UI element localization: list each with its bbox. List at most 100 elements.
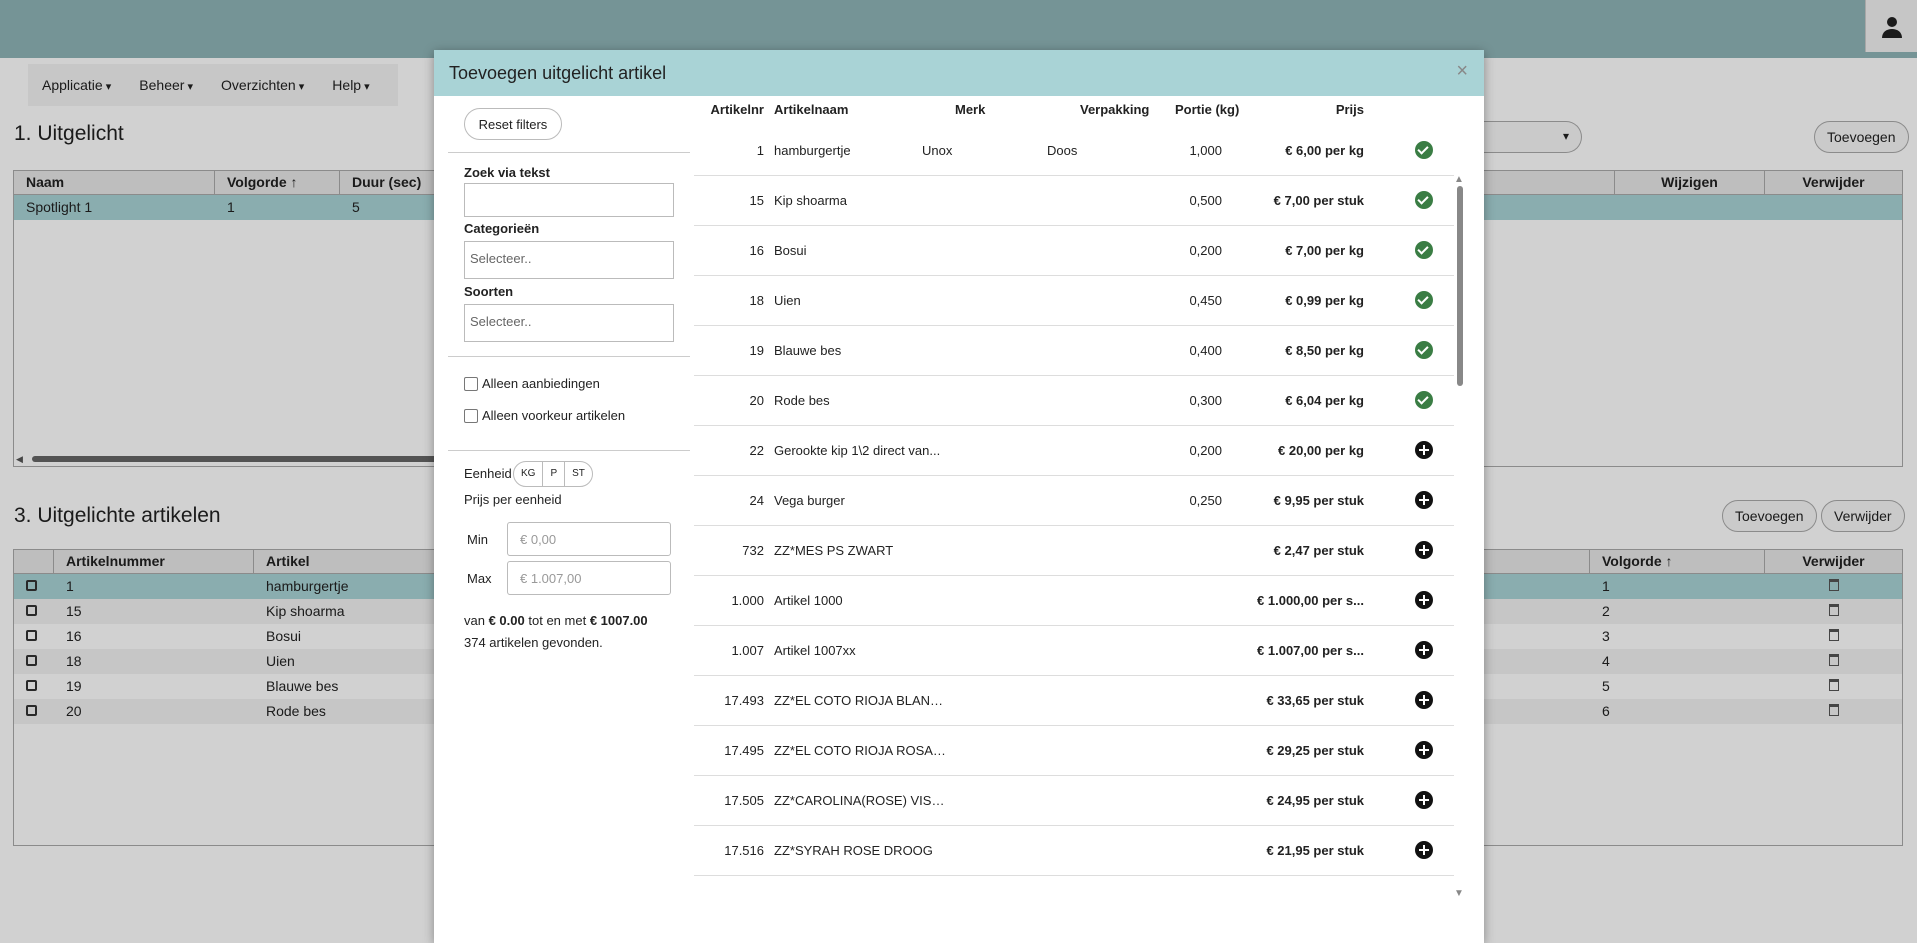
col-portie[interactable]: Portie (kg) [1175,102,1239,117]
checkbox-box[interactable] [464,408,478,423]
list-item[interactable]: 17.505 ZZ*CAROLINA(ROSE) VISTA... € 24,95 … [694,776,1454,826]
article-price: € 9,95 per stuk [1273,493,1364,508]
article-name: Gerookte kip 1\2 direct van... [774,443,941,458]
list-item[interactable]: 17.493 ZZ*EL COTO RIOJA BLANCO € 33,65 per… [694,676,1454,726]
article-nr: 1.000 [731,593,764,608]
scroll-down-icon[interactable]: ▼ [1454,888,1464,899]
modal-header: Toevoegen uitgelicht artikel × [434,50,1484,96]
article-nr: 732 [742,543,764,558]
sorts-select[interactable]: Selecteer.. [464,304,674,342]
col-merk[interactable]: Merk [955,102,985,117]
article-portion: 0,200 [1189,443,1222,458]
article-price: € 21,95 per stuk [1266,843,1364,858]
article-price: € 7,00 per kg [1285,243,1364,258]
article-price: € 7,00 per stuk [1273,193,1364,208]
check-circle-icon [1415,241,1433,259]
col-artikelnr[interactable]: Artikelnr [694,102,764,117]
article-price: € 24,95 per stuk [1266,793,1364,808]
list-item[interactable]: 19 Blauwe bes 0,400 € 8,50 per kg [694,326,1454,376]
checkbox-box[interactable] [464,376,478,391]
list-item[interactable]: 20 Rode bes 0,300 € 6,04 per kg [694,376,1454,426]
list-item[interactable]: 16 Bosui 0,200 € 7,00 per kg [694,226,1454,276]
only-offers-checkbox[interactable]: Alleen aanbiedingen [464,376,600,391]
unit-label: Eenheid [464,466,512,481]
article-price: € 33,65 per stuk [1266,693,1364,708]
sorts-label: Soorten [464,284,514,299]
article-price: € 6,00 per kg [1285,143,1364,158]
article-nr: 17.505 [724,793,764,808]
article-nr: 15 [749,193,764,208]
add-circle-icon[interactable] [1415,591,1433,609]
article-name: Artikel 1007xx [774,643,856,658]
reset-filters-button[interactable]: Reset filters [464,108,562,140]
add-circle-icon[interactable] [1415,441,1433,459]
max-label: Max [467,571,492,586]
add-circle-icon[interactable] [1415,791,1433,809]
article-portion: 0,300 [1189,393,1222,408]
max-price-input[interactable]: € 1.007,00 [507,561,671,595]
article-price: € 20,00 per kg [1278,443,1364,458]
unit-p-button[interactable]: P [543,462,566,486]
article-nr: 19 [749,343,764,358]
add-circle-icon[interactable] [1415,741,1433,759]
list-item[interactable]: 15 Kip shoarma 0,500 € 7,00 per stuk [694,176,1454,226]
article-nr: 1 [756,143,764,158]
list-item[interactable]: 17.516 ZZ*SYRAH ROSE DROOG € 21,95 per stu… [694,826,1454,876]
range-max: € 1007.00 [589,613,648,628]
search-label: Zoek via tekst [464,165,550,180]
article-name: Vega burger [774,493,845,508]
only-preferred-checkbox[interactable]: Alleen voorkeur artikelen [464,408,625,423]
found-count: 374 artikelen gevonden. [464,635,603,650]
article-nr: 18 [749,293,764,308]
search-input[interactable] [464,183,674,217]
article-name: ZZ*EL COTO RIOJA BLANCO [774,693,949,708]
article-price: € 6,04 per kg [1285,393,1364,408]
article-nr: 1.007 [731,643,764,658]
divider [448,450,690,451]
price-range-summary: van € 0.00 tot en met € 1007.00 [464,613,648,628]
range-van: van [464,613,485,628]
article-price: € 1.000,00 per s... [1257,593,1364,608]
unit-st-button[interactable]: ST [565,462,592,486]
article-price: € 8,50 per kg [1285,343,1364,358]
list-item[interactable]: 18 Uien 0,450 € 0,99 per kg [694,276,1454,326]
list-item[interactable]: 732 ZZ*MES PS ZWART € 2,47 per stuk [694,526,1454,576]
add-circle-icon[interactable] [1415,841,1433,859]
unit-toggle-group: KG P ST [513,461,593,487]
only-preferred-label: Alleen voorkeur artikelen [482,408,626,423]
scrollbar-thumb[interactable] [1457,186,1463,386]
check-circle-icon [1415,341,1433,359]
article-portion: 0,250 [1189,493,1222,508]
add-circle-icon[interactable] [1415,491,1433,509]
article-name: Blauwe bes [774,343,842,358]
list-item[interactable]: 1.007 Artikel 1007xx € 1.007,00 per s... [694,626,1454,676]
list-item[interactable]: 1.000 Artikel 1000 € 1.000,00 per s... [694,576,1454,626]
list-item[interactable]: 22 Gerookte kip 1\2 direct van... 0,200 € 2… [694,426,1454,476]
categories-select[interactable]: Selecteer.. [464,241,674,279]
article-packaging: Doos [1047,143,1078,158]
col-prijs[interactable]: Prijs [1294,102,1364,117]
list-item[interactable]: 17.495 ZZ*EL COTO RIOJA ROSAD... € 29,25 p… [694,726,1454,776]
article-nr: 22 [749,443,764,458]
article-name: Bosui [774,243,807,258]
check-circle-icon [1415,291,1433,309]
only-offers-label: Alleen aanbiedingen [482,376,600,391]
col-artikelnaam[interactable]: Artikelnaam [774,102,848,117]
min-price-input[interactable]: € 0,00 [507,522,671,556]
article-name: Uien [774,293,801,308]
article-price: € 0,99 per kg [1285,293,1364,308]
unit-kg-button[interactable]: KG [514,462,544,486]
check-circle-icon [1415,191,1433,209]
article-name: Artikel 1000 [774,593,843,608]
check-circle-icon [1415,141,1433,159]
results-scrollbar[interactable]: ▲ ▼ [1453,174,1465,899]
article-portion: 0,450 [1189,293,1222,308]
add-circle-icon[interactable] [1415,641,1433,659]
col-verpakking[interactable]: Verpakking [1080,102,1149,117]
scroll-up-icon[interactable]: ▲ [1454,174,1464,185]
list-item[interactable]: 1 hamburgertje Unox Doos 1,000 € 6,00 per kg [694,126,1454,176]
close-icon[interactable]: × [1456,60,1468,83]
add-circle-icon[interactable] [1415,691,1433,709]
list-item[interactable]: 24 Vega burger 0,250 € 9,95 per stuk [694,476,1454,526]
add-circle-icon[interactable] [1415,541,1433,559]
